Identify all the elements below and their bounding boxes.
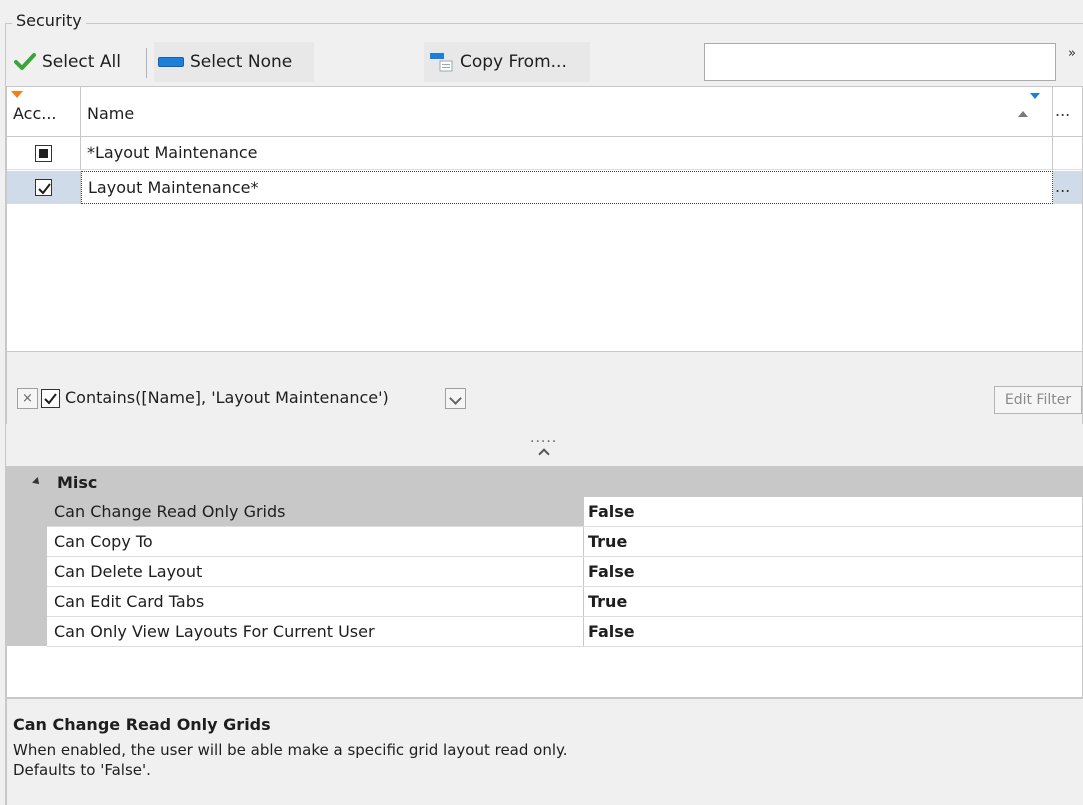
- property-row[interactable]: Can Copy To True: [47, 527, 1082, 557]
- property-name: Can Delete Layout: [47, 557, 584, 586]
- filter-funnel-icon[interactable]: [1030, 93, 1040, 99]
- property-name: Can Only View Layouts For Current User: [47, 617, 584, 646]
- name-cell[interactable]: *Layout Maintenance: [81, 137, 1053, 170]
- column-header-access[interactable]: Acc...: [7, 87, 81, 137]
- access-checkbox[interactable]: [35, 145, 52, 162]
- property-name: Can Edit Card Tabs: [47, 587, 584, 616]
- copy-from-label: Copy From...: [460, 52, 567, 72]
- group-title: Security: [12, 11, 86, 30]
- filter-indicator-icon: [11, 91, 23, 98]
- sort-ascending-icon: [1018, 111, 1028, 117]
- filter-panel: × Contains([Name], 'Layout Maintenance')…: [6, 352, 1083, 424]
- select-none-button[interactable]: Select None: [154, 42, 314, 82]
- column-header-access-label: Acc...: [13, 104, 57, 123]
- property-row[interactable]: Can Edit Card Tabs True: [47, 587, 1082, 617]
- search-input[interactable]: [704, 43, 1056, 81]
- chevron-up-icon[interactable]: [538, 448, 550, 460]
- splitter-grip: .....: [530, 430, 558, 446]
- property-name: Can Copy To: [47, 527, 584, 556]
- access-cell: [7, 171, 81, 204]
- property-value[interactable]: True: [588, 527, 627, 556]
- access-cell: [7, 137, 81, 170]
- property-value[interactable]: False: [588, 617, 635, 646]
- security-grid: Acc... Name ... *Layout Maintenance Layo…: [6, 86, 1083, 352]
- group-border-top: [5, 23, 1083, 24]
- property-value[interactable]: True: [588, 587, 627, 616]
- checkbox-check-icon: [44, 393, 57, 405]
- table-row[interactable]: *Layout Maintenance: [7, 137, 1082, 170]
- filter-mru-dropdown-button[interactable]: [445, 388, 466, 409]
- grid-header: Acc... Name ...: [7, 87, 1082, 137]
- copy-from-button[interactable]: Copy From...: [424, 42, 590, 82]
- description-text-line: Defaults to 'False'.: [13, 761, 151, 779]
- property-row[interactable]: Can Only View Layouts For Current User F…: [47, 617, 1082, 647]
- toolbar-overflow-button[interactable]: »: [1068, 46, 1076, 61]
- property-value[interactable]: False: [588, 557, 635, 586]
- category-row[interactable]: Misc: [7, 467, 1082, 497]
- property-value[interactable]: False: [588, 497, 635, 526]
- splitter[interactable]: .....: [0, 430, 1083, 466]
- table-row-selected[interactable]: Layout Maintenance* ...: [7, 171, 1082, 204]
- row-more-button[interactable]: ...: [1055, 177, 1070, 196]
- filter-enabled-checkbox[interactable]: [41, 389, 60, 408]
- property-name: Can Change Read Only Grids: [47, 497, 584, 526]
- property-grid: Misc Can Change Read Only Grids False Ca…: [6, 466, 1083, 698]
- select-all-button[interactable]: Select All: [10, 42, 125, 82]
- collapse-triangle-icon[interactable]: [32, 477, 42, 487]
- property-row[interactable]: Can Delete Layout False: [47, 557, 1082, 587]
- select-all-label: Select All: [42, 52, 121, 72]
- toolbar-separator: [146, 48, 147, 78]
- checkbox-check-icon: [38, 183, 51, 195]
- column-chooser-button[interactable]: ...: [1055, 101, 1070, 120]
- column-header-name-label: Name: [87, 104, 135, 123]
- filter-expression[interactable]: Contains([Name], 'Layout Maintenance'): [65, 388, 389, 407]
- description-text-line: When enabled, the user will be able make…: [13, 741, 568, 759]
- copy-from-icon: [430, 53, 453, 72]
- access-checkbox[interactable]: [35, 179, 52, 196]
- property-gutter: [7, 497, 47, 646]
- select-none-label: Select None: [190, 52, 293, 72]
- clear-filter-button[interactable]: ×: [17, 388, 38, 409]
- checkmark-icon: [14, 53, 36, 70]
- column-header-name[interactable]: Name: [81, 87, 1053, 137]
- description-title: Can Change Read Only Grids: [13, 715, 271, 734]
- name-cell[interactable]: Layout Maintenance*: [81, 171, 1053, 204]
- category-label: Misc: [57, 473, 98, 492]
- edit-filter-button[interactable]: Edit Filter: [994, 386, 1082, 414]
- description-panel: Can Change Read Only Grids When enabled,…: [6, 698, 1083, 805]
- property-row-selected[interactable]: Can Change Read Only Grids False: [47, 497, 1082, 527]
- select-none-icon: [158, 57, 184, 67]
